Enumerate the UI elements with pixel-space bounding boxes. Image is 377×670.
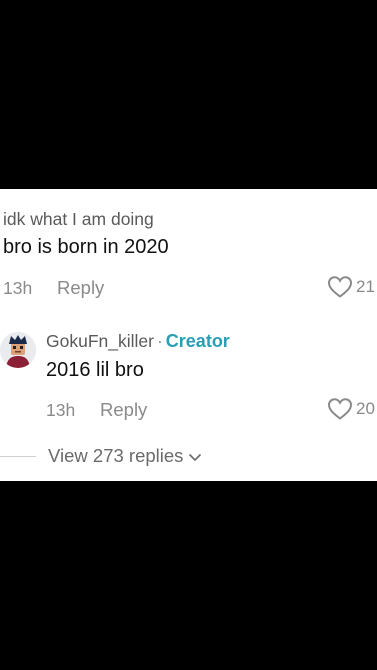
reply-timestamp: 13h <box>46 400 76 420</box>
view-replies-button[interactable]: View 273 replies <box>48 445 202 467</box>
comment-username[interactable]: idk what I am doing <box>3 209 154 230</box>
view-replies-label: View 273 replies <box>48 445 184 466</box>
avatar-image <box>0 332 36 368</box>
comment-like-button[interactable]: 21 <box>327 275 375 299</box>
reply-like-button[interactable]: 20 <box>327 397 375 421</box>
comment-text: bro is born in 2020 <box>3 236 169 258</box>
comment-like-count: 21 <box>356 277 375 296</box>
reply-username-row: GokuFn_killer · Creator <box>46 331 230 352</box>
avatar[interactable] <box>0 332 36 368</box>
heart-outline-icon <box>327 398 353 420</box>
comment-reply-button[interactable]: Reply <box>57 277 104 299</box>
chevron-down-icon <box>189 453 202 461</box>
reply-reply-button[interactable]: Reply <box>100 399 147 421</box>
separator-dot: · <box>156 331 163 351</box>
comment-timestamp: 13h <box>3 278 33 298</box>
heart-outline-icon <box>327 276 353 298</box>
reply-text: 2016 lil bro <box>46 359 144 381</box>
creator-badge: Creator <box>165 331 230 351</box>
reply-username[interactable]: GokuFn_killer <box>46 331 154 351</box>
reply-like-count: 20 <box>356 399 375 418</box>
comment-thread: idk what I am doing bro is born in 2020 … <box>0 189 377 481</box>
thread-divider <box>0 456 36 457</box>
